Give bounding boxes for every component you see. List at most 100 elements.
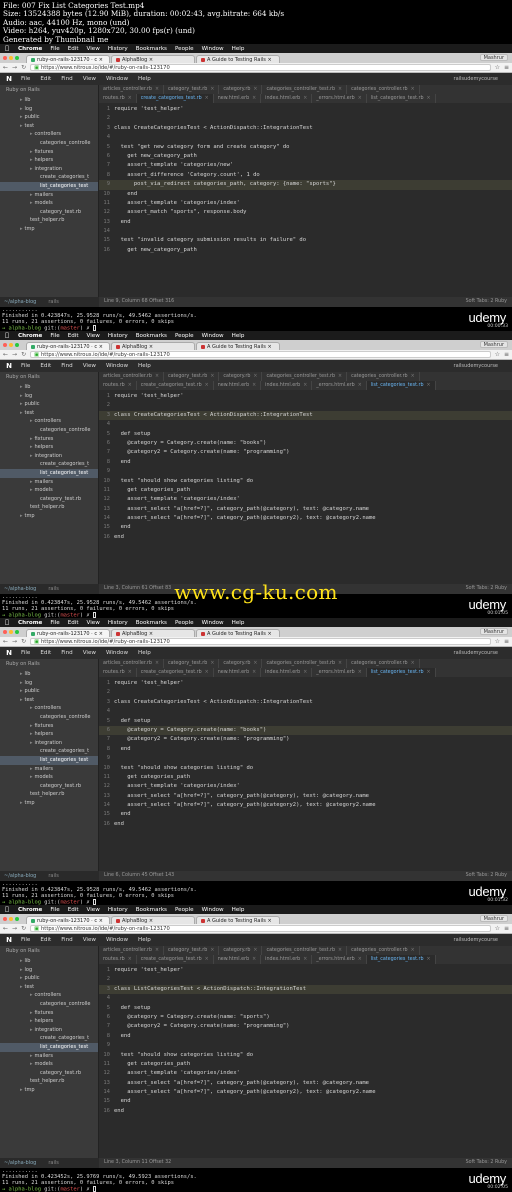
chevron-right-icon[interactable]: ▸	[30, 774, 33, 780]
chevron-right-icon[interactable]: ▸	[30, 1010, 33, 1016]
chevron-right-icon[interactable]: ▸	[20, 384, 23, 390]
terminal-tab-rails[interactable]: rails	[48, 1160, 59, 1166]
nitrous-logo-icon[interactable]: N	[2, 936, 16, 944]
ide-menu-item[interactable]: View	[78, 363, 101, 369]
nitrous-logo-icon[interactable]: N	[2, 75, 16, 83]
close-window-icon[interactable]	[3, 56, 7, 60]
terminal-tab-path[interactable]: ~/alpha-blog	[4, 873, 36, 879]
tree-item[interactable]: category_test.rb	[0, 782, 98, 791]
tree-item[interactable]: ▸ models	[0, 486, 98, 495]
nitrous-logo-icon[interactable]: N	[2, 649, 16, 657]
close-icon[interactable]: ×	[411, 87, 415, 92]
chrome-menu-item[interactable]: People	[171, 333, 198, 339]
tree-item[interactable]: categories_controlle	[0, 713, 98, 722]
back-icon[interactable]: ←	[3, 638, 8, 645]
terminal-panel[interactable]: ........... Finished in 0.423847s, 25.952…	[0, 881, 512, 905]
chrome-menu-item[interactable]: Chrome	[14, 333, 46, 339]
ide-menu-item[interactable]: Edit	[35, 76, 56, 82]
chevron-right-icon[interactable]: ▸	[20, 1087, 23, 1093]
close-icon[interactable]: ×	[253, 87, 257, 92]
chrome-menu-item[interactable]: View	[83, 46, 104, 52]
chevron-right-icon[interactable]: ▸	[30, 1053, 33, 1059]
chevron-right-icon[interactable]: ▸	[30, 992, 33, 998]
ide-menu-item[interactable]: Window	[101, 937, 133, 943]
chrome-menu-item[interactable]: Chrome	[14, 620, 46, 626]
chevron-right-icon[interactable]: ▸	[30, 487, 33, 493]
chevron-right-icon[interactable]: ▸	[20, 671, 23, 677]
tree-item[interactable]: ▸ log	[0, 392, 98, 401]
close-icon[interactable]: ×	[252, 96, 256, 101]
account-menu[interactable]: railsudemycourse	[454, 363, 512, 369]
back-icon[interactable]: ←	[3, 925, 8, 932]
close-icon[interactable]: ×	[427, 670, 431, 675]
browser-tab[interactable]: AlphaBlog ×	[111, 629, 195, 637]
chevron-right-icon[interactable]: ▸	[20, 958, 23, 964]
tree-item[interactable]: create_categories_t	[0, 173, 98, 182]
chrome-menu-item[interactable]: Chrome	[14, 46, 46, 52]
minimize-window-icon[interactable]	[9, 343, 13, 347]
close-window-icon[interactable]	[3, 917, 7, 921]
editor-tab[interactable]: create_categories_test.rb ×	[137, 381, 214, 390]
ide-menu-item[interactable]: Find	[56, 937, 77, 943]
close-icon[interactable]: ×	[303, 957, 307, 962]
tree-item[interactable]: create_categories_t	[0, 1034, 98, 1043]
chrome-menu-item[interactable]: File	[46, 620, 63, 626]
tree-item[interactable]: ▸ lib	[0, 957, 98, 966]
editor-tab[interactable]: index.html.erb ×	[261, 94, 313, 103]
tree-item[interactable]: ▸ tmp	[0, 1086, 98, 1095]
chevron-right-icon[interactable]: ▸	[30, 444, 33, 450]
chevron-right-icon[interactable]: ▸	[20, 226, 23, 232]
chevron-right-icon[interactable]: ▸	[30, 1018, 33, 1024]
tree-item[interactable]: ▸ public	[0, 400, 98, 409]
chrome-menu-item[interactable]: Bookmarks	[132, 46, 171, 52]
url-input[interactable]: ▣ https://www.nitrous.io/ide/#/ruby-on-ra…	[30, 351, 491, 358]
close-icon[interactable]: ×	[210, 87, 214, 92]
tree-item[interactable]: ▸ test	[0, 122, 98, 131]
tree-item[interactable]: create_categories_t	[0, 460, 98, 469]
tree-item[interactable]: ▸ tmp	[0, 799, 98, 808]
chrome-menu-item[interactable]: View	[83, 333, 104, 339]
tree-item[interactable]: ▸ public	[0, 974, 98, 983]
chrome-menu-item[interactable]: Window	[198, 907, 228, 913]
minimize-window-icon[interactable]	[9, 917, 13, 921]
tree-item[interactable]: ▸ integration	[0, 1026, 98, 1035]
browser-tab[interactable]: ruby-on-rails-123170 · c ×	[26, 55, 110, 63]
chevron-right-icon[interactable]: ▸	[30, 740, 33, 746]
close-icon[interactable]: ×	[358, 383, 362, 388]
profile-chip[interactable]: Mashrur	[479, 54, 508, 61]
tree-item[interactable]: ▸ mailers	[0, 765, 98, 774]
editor-tab[interactable]: categories_controller_test.rb ×	[262, 372, 348, 381]
close-icon[interactable]: ×	[252, 957, 256, 962]
ide-menu-item[interactable]: Find	[56, 363, 77, 369]
editor-tab[interactable]: category_test.rb ×	[164, 946, 220, 955]
editor-tab[interactable]: new.html.erb ×	[214, 668, 262, 677]
tree-item[interactable]: ▸ fixtures	[0, 148, 98, 157]
ide-menu-item[interactable]: View	[78, 937, 101, 943]
tree-item[interactable]: ▸ test	[0, 696, 98, 705]
tree-item[interactable]: ▸ lib	[0, 96, 98, 105]
chevron-right-icon[interactable]: ▸	[30, 1027, 33, 1033]
forward-icon[interactable]: →	[12, 638, 17, 645]
tree-item[interactable]: ▸ public	[0, 113, 98, 122]
reload-icon[interactable]: ↻	[21, 925, 26, 932]
close-icon[interactable]: ×	[128, 96, 132, 101]
editor-tab[interactable]: create_categories_test.rb ×	[137, 668, 214, 677]
apple-icon[interactable]: 	[0, 906, 14, 913]
chevron-right-icon[interactable]: ▸	[30, 766, 33, 772]
tree-item[interactable]: ▸ tmp	[0, 225, 98, 234]
close-icon[interactable]: ×	[358, 670, 362, 675]
chrome-menu-item[interactable]: Help	[228, 907, 249, 913]
editor-tab[interactable]: categories_controller_test.rb ×	[262, 659, 348, 668]
browser-tab[interactable]: A Guide to Testing Rails ×	[196, 342, 280, 350]
close-icon[interactable]: ×	[303, 670, 307, 675]
forward-icon[interactable]: →	[12, 925, 17, 932]
chevron-right-icon[interactable]: ▸	[30, 166, 33, 172]
ide-menu-item[interactable]: File	[16, 76, 35, 82]
ide-menu-item[interactable]: Window	[101, 363, 133, 369]
editor-tab[interactable]: list_categories_test.rb ×	[366, 668, 436, 677]
close-icon[interactable]: ×	[210, 661, 214, 666]
editor-tab[interactable]: index.html.erb ×	[261, 668, 313, 677]
chrome-menu-item[interactable]: Window	[198, 46, 228, 52]
editor-mode[interactable]: Soft Tabs: 2 Ruby	[466, 1158, 507, 1168]
editor-tab[interactable]: index.html.erb ×	[261, 381, 313, 390]
